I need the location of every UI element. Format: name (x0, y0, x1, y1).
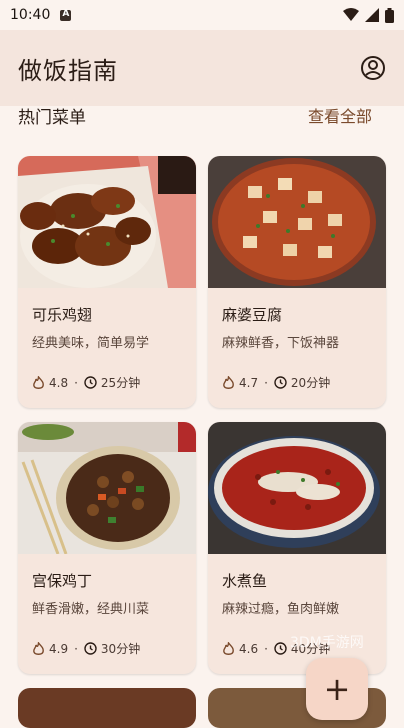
recipe-card[interactable]: 宫保鸡丁 鲜香滑嫩，经典川菜 4.9 · 30分钟 (18, 422, 196, 674)
wifi-icon (343, 8, 359, 21)
recipe-name: 可乐鸡翅 (32, 306, 93, 324)
recipe-name: 麻婆豆腐 (222, 306, 283, 324)
flame-icon (33, 375, 44, 389)
notification-app-icon (60, 9, 72, 21)
recipe-rating: 4.7 (239, 375, 259, 390)
status-bar: 10:40 (0, 0, 404, 30)
flame-icon (33, 641, 44, 655)
recipe-rating: 4.9 (49, 641, 69, 656)
recipe-name: 水煮鱼 (222, 572, 268, 590)
flame-icon (223, 641, 234, 655)
recipe-card[interactable]: 麻婆豆腐 麻辣鲜香，下饭神器 4.7 · 20分钟 (208, 156, 386, 408)
see-all-link[interactable]: 查看全部 (308, 103, 372, 127)
recipe-card-peek[interactable] (18, 688, 196, 728)
recipe-photo (208, 156, 386, 288)
recipe-rating: 4.6 (239, 641, 259, 656)
section-title: 热门菜单 (18, 107, 86, 128)
recipe-time: 30分钟 (100, 642, 141, 656)
battery-icon (385, 7, 394, 23)
meta-separator: · (74, 641, 78, 656)
clock-icon (274, 642, 287, 655)
recipe-rating: 4.8 (49, 375, 69, 390)
add-recipe-button[interactable]: + (306, 658, 368, 720)
recipe-photo (18, 156, 196, 288)
recipe-meta: 4.9 · 30分钟 (32, 640, 140, 657)
recipe-photo (18, 422, 196, 554)
recipe-description: 麻辣过瘾，鱼肉鲜嫩 (222, 602, 340, 617)
recipe-time: 20分钟 (290, 376, 331, 390)
recipe-time: 25分钟 (100, 376, 141, 390)
meta-separator: · (264, 375, 268, 390)
section-header: 热门菜单 查看全部 (18, 102, 372, 128)
recipe-description: 经典美味，简单易学 (32, 336, 150, 351)
recipe-photo (208, 422, 386, 554)
clock-icon (274, 376, 287, 389)
status-time: 10:40 (10, 7, 51, 23)
account-icon[interactable] (360, 55, 386, 81)
clock-icon (84, 642, 97, 655)
recipe-description: 麻辣鲜香，下饭神器 (222, 336, 340, 351)
recipe-meta: 4.7 · 20分钟 (222, 374, 330, 391)
watermark: 3DM手游网 (290, 635, 364, 651)
recipe-description: 鲜香滑嫩，经典川菜 (32, 602, 150, 617)
meta-separator: · (74, 375, 78, 390)
flame-icon (223, 375, 234, 389)
meta-separator: · (264, 641, 268, 656)
page-title: 做饭指南 (18, 56, 118, 85)
clock-icon (84, 376, 97, 389)
recipe-meta: 4.8 · 25分钟 (32, 374, 140, 391)
signal-icon (365, 8, 379, 22)
recipe-name: 宫保鸡丁 (32, 572, 93, 590)
app-bar: 做饭指南 (0, 30, 404, 106)
recipe-card[interactable]: 可乐鸡翅 经典美味，简单易学 4.8 · 25分钟 (18, 156, 196, 408)
